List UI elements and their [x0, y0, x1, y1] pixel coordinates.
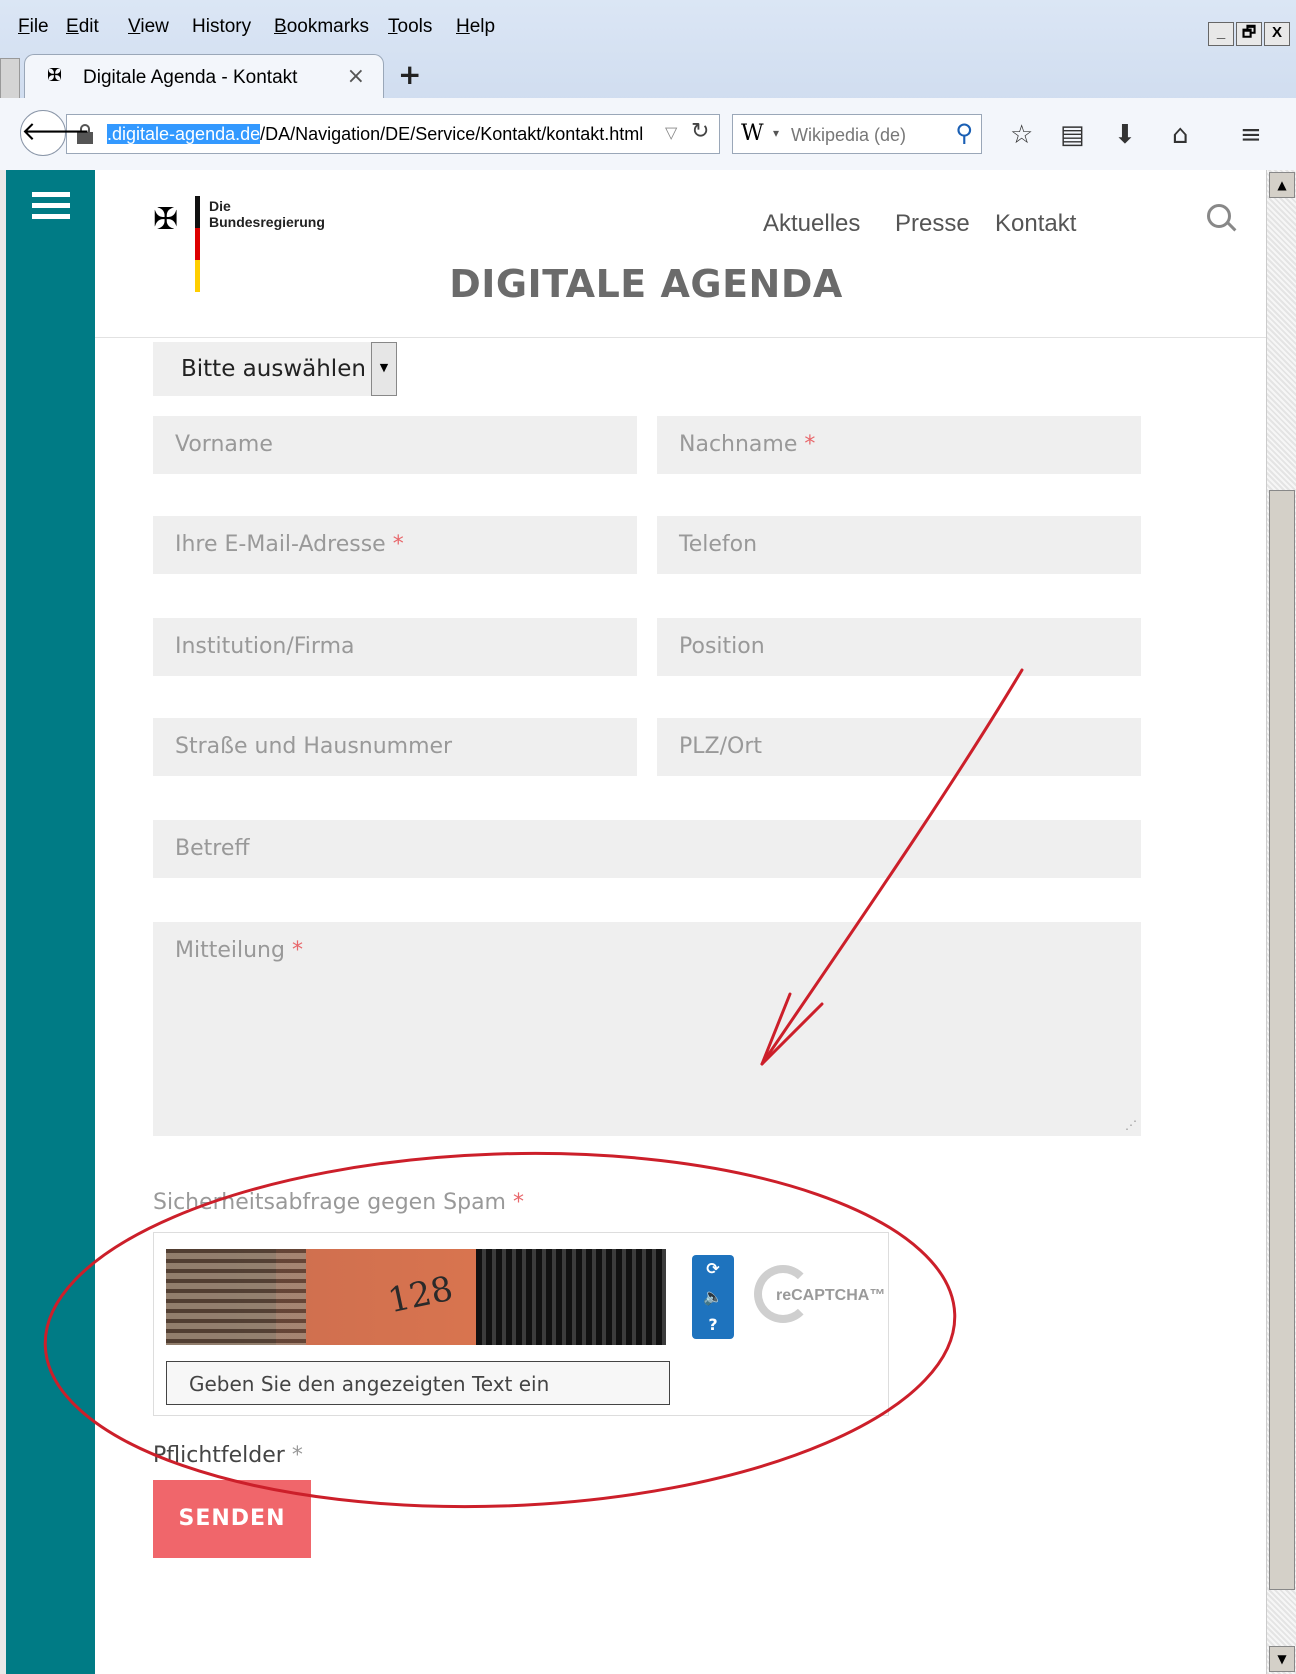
strasse-placeholder: Straße und Hausnummer — [175, 734, 453, 759]
close-window-button[interactable]: X — [1264, 22, 1290, 46]
new-tab-button[interactable]: + — [398, 58, 421, 91]
url-dropdown-icon[interactable]: ▽ — [665, 123, 677, 142]
search-bar[interactable]: W ▾ Wikipedia (de) ⚲ — [732, 114, 982, 154]
email-placeholder: Ihre E-Mail-Adresse * — [175, 532, 404, 557]
email-field[interactable]: Ihre E-Mail-Adresse * — [153, 516, 637, 574]
vorname-field[interactable]: Vorname — [153, 416, 637, 474]
nav-kontakt[interactable]: Kontakt — [995, 210, 1076, 238]
captcha-input[interactable]: Geben Sie den angezeigten Text ein — [166, 1361, 670, 1405]
url-bar[interactable]: .digitale-agenda.de/DA/Navigation/DE/Ser… — [66, 114, 720, 154]
tab-title: Digitale Agenda - Kontakt — [83, 67, 298, 88]
scroll-down-arrow-icon[interactable]: ▼ — [1269, 1646, 1295, 1672]
site-header: ✠ Die Bundesregierung Aktuelles Presse K… — [95, 170, 1266, 338]
menu-history[interactable]: History — [192, 16, 251, 38]
menu-bar: File Edit View History Bookmarks Tools H… — [0, 8, 1296, 50]
url-domain: .digitale-agenda.de — [107, 124, 261, 144]
position-placeholder: Position — [679, 634, 765, 659]
betreff-placeholder: Betreff — [175, 836, 250, 861]
nachname-field[interactable]: Nachname * — [657, 416, 1141, 474]
nav-aktuelles[interactable]: Aktuelles — [763, 210, 860, 238]
telefon-field[interactable]: Telefon — [657, 516, 1141, 574]
telefon-placeholder: Telefon — [679, 532, 758, 557]
scroll-thumb[interactable] — [1269, 490, 1295, 1590]
reload-icon[interactable]: ↻ — [691, 119, 709, 144]
captcha-tools: ⟳ 🔈 ? — [692, 1255, 734, 1339]
eagle-favicon-icon: ✠ — [47, 65, 63, 86]
position-field[interactable]: Position — [657, 618, 1141, 676]
site-menu-icon[interactable] — [32, 192, 70, 225]
wikipedia-icon[interactable]: W — [741, 121, 764, 146]
recaptcha-logo: reCAPTCHA™ — [754, 1263, 885, 1327]
clipboard-icon[interactable]: ▤ — [1060, 120, 1085, 150]
menu-tools[interactable]: Tools — [388, 16, 432, 38]
url-path: /DA/Navigation/DE/Service/Kontakt/kontak… — [260, 124, 644, 144]
minimize-button[interactable]: _ — [1208, 22, 1234, 46]
back-arrow-icon[interactable]: 🡐 — [20, 110, 91, 156]
captcha-bars — [476, 1249, 666, 1345]
recaptcha-brand: reCAPTCHA™ — [776, 1287, 886, 1304]
subject-select[interactable]: Bitte auswählen ▼ — [153, 342, 397, 396]
navigation-toolbar: .digitale-agenda.de/DA/Navigation/DE/Ser… — [0, 98, 1296, 170]
magnifier-icon[interactable]: ⚲ — [955, 119, 973, 147]
tab-digitale-agenda[interactable]: ✠ Digitale Agenda - Kontakt × — [24, 54, 384, 98]
captcha-widget: 128 ⟳ 🔈 ? reCAPTCHA™ Geben Sie den angez… — [153, 1232, 889, 1416]
close-tab-icon[interactable]: × — [347, 64, 365, 89]
scroll-up-arrow-icon[interactable]: ▲ — [1269, 172, 1295, 198]
captcha-image: 128 — [166, 1249, 666, 1345]
mitteilung-placeholder: Mitteilung * — [175, 938, 303, 963]
menu-file[interactable]: File — [18, 16, 49, 38]
required-note: Pflichtfelder * — [153, 1443, 303, 1468]
nachname-placeholder: Nachname * — [679, 432, 816, 457]
federal-eagle-icon: ✠ — [153, 202, 179, 237]
captcha-number: 128 — [384, 1268, 457, 1322]
nav-presse[interactable]: Presse — [895, 210, 970, 238]
select-value: Bitte auswählen — [181, 356, 366, 382]
captcha-audio-icon[interactable]: 🔈 — [692, 1283, 734, 1311]
plz-field[interactable]: PLZ/Ort — [657, 718, 1141, 776]
side-navigation-rail — [0, 170, 95, 1674]
betreff-field[interactable]: Betreff — [153, 820, 1141, 878]
star-icon[interactable]: ☆ — [1010, 120, 1033, 150]
restore-button[interactable]: 🗗 — [1236, 22, 1262, 46]
vorname-placeholder: Vorname — [175, 432, 273, 457]
menu-help[interactable]: Help — [456, 16, 495, 38]
vertical-scrollbar[interactable]: ▲ ▼ — [1266, 170, 1296, 1674]
download-arrow-icon[interactable]: ⬇ — [1114, 120, 1136, 150]
home-icon[interactable]: ⌂ — [1172, 120, 1189, 150]
window-controls: _ 🗗 X — [1208, 22, 1290, 46]
menu-view[interactable]: View — [128, 16, 169, 38]
mitteilung-textarea[interactable]: Mitteilung * ⋰ — [153, 922, 1141, 1136]
browser-chrome: File Edit View History Bookmarks Tools H… — [0, 0, 1296, 188]
institution-placeholder: Institution/Firma — [175, 634, 355, 659]
search-input[interactable]: Wikipedia (de) — [791, 125, 906, 146]
captcha-label: Sicherheitsabfrage gegen Spam * — [153, 1190, 524, 1215]
page-content: ✠ Die Bundesregierung Aktuelles Presse K… — [95, 170, 1266, 1674]
strasse-field[interactable]: Straße und Hausnummer — [153, 718, 637, 776]
captcha-help-icon[interactable]: ? — [692, 1311, 734, 1339]
institution-field[interactable]: Institution/Firma — [153, 618, 637, 676]
site-search-icon[interactable] — [1207, 204, 1237, 232]
site-title: DIGITALE AGENDA — [449, 262, 843, 306]
engine-dropdown-icon[interactable]: ▾ — [773, 126, 779, 140]
hamburger-icon[interactable]: ≡ — [1240, 120, 1262, 150]
captcha-refresh-icon[interactable]: ⟳ — [692, 1255, 734, 1283]
chevron-down-icon[interactable]: ▼ — [371, 342, 397, 396]
url-text: .digitale-agenda.de/DA/Navigation/DE/Ser… — [107, 124, 643, 145]
resize-handle-icon[interactable]: ⋰ — [1125, 1118, 1137, 1132]
plz-placeholder: PLZ/Ort — [679, 734, 762, 759]
logo-text: Die Bundesregierung — [209, 198, 325, 230]
menu-bookmarks[interactable]: Bookmarks — [274, 16, 369, 38]
submit-button[interactable]: SENDEN — [153, 1480, 311, 1558]
menu-edit[interactable]: Edit — [66, 16, 99, 38]
tab-strip: ✠ Digitale Agenda - Kontakt × + — [0, 50, 1296, 98]
captcha-shutter — [166, 1249, 306, 1345]
captcha-input-placeholder: Geben Sie den angezeigten Text ein — [189, 1372, 550, 1396]
